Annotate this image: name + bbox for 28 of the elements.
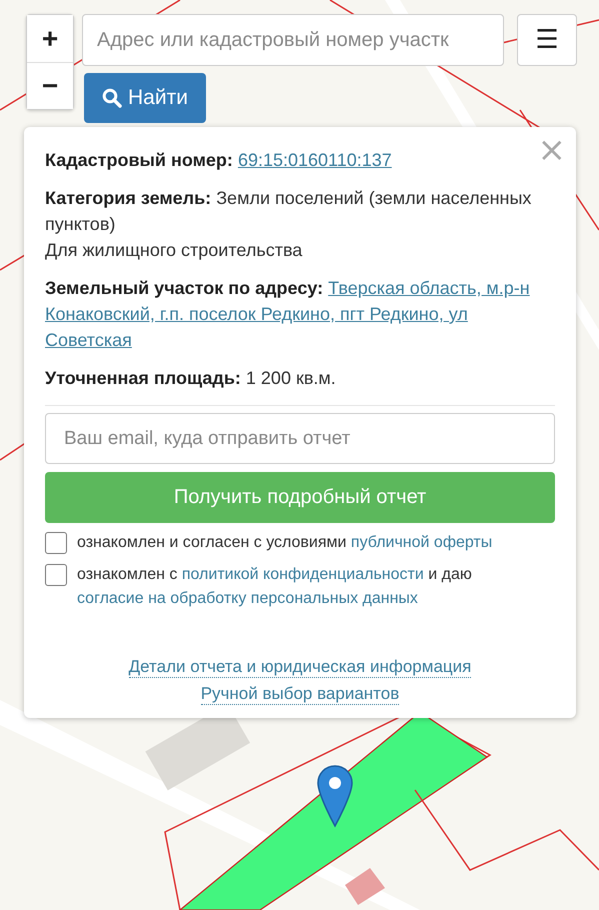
search-icon <box>102 88 122 108</box>
zoom-out-button[interactable]: − <box>27 62 73 109</box>
map-marker-icon[interactable] <box>316 764 354 828</box>
footer-link[interactable]: Детали отчета и юридическая информация <box>128 657 472 678</box>
menu-button[interactable]: ☰ <box>517 14 577 66</box>
agreement-link[interactable]: публичной оферты <box>350 534 492 551</box>
field-text: Земельный участок по адресу: Тверская область, м.р-н Конаковский, г.п. поселок Редкино, пгт Редкино, ул Советская <box>45 277 531 352</box>
agreement-text: ознакомлен и согласен с условиями публичной оферты <box>77 533 492 553</box>
field-text: Уточненная площадь: 1 200 кв.м. <box>45 367 337 390</box>
search-button[interactable]: Найти <box>84 73 206 123</box>
agreement-link[interactable]: политикой конфиденциальности <box>182 566 424 583</box>
field-text: Категория земель: Земли поселений (земли населенных пунктов) <box>45 187 532 236</box>
zoom-in-button[interactable]: + <box>27 15 73 62</box>
close-button[interactable]: × <box>538 133 566 167</box>
agreement-text: ознакомлен с политикой конфиденциальности и даю согласие на обработку персональных данных <box>77 565 473 609</box>
field-text: Для жилищного строительства <box>45 239 304 262</box>
report-button[interactable]: Получить подробный отчет <box>45 472 555 523</box>
checkbox[interactable] <box>45 532 67 554</box>
email-field[interactable]: Ваш email, куда отправить отчет <box>45 413 555 464</box>
agreement-link[interactable]: согласие на обработку персональных данных <box>77 590 418 607</box>
field-link[interactable]: Тверская область, м.р-н <box>328 278 530 298</box>
field-link[interactable]: Советская <box>45 330 132 350</box>
field-text: Кадастровый номер: 69:15:0160110:137 <box>45 149 393 172</box>
checkbox[interactable] <box>45 564 67 586</box>
search-field[interactable]: Адрес или кадастровый номер участк <box>82 14 504 66</box>
footer-link[interactable]: Ручной выбор вариантов <box>200 684 400 705</box>
field-link[interactable]: 69:15:0160110:137 <box>238 150 392 170</box>
field-link[interactable]: Конаковский, г.п. поселок Редкино, пгт Редкино, ул <box>45 304 468 324</box>
